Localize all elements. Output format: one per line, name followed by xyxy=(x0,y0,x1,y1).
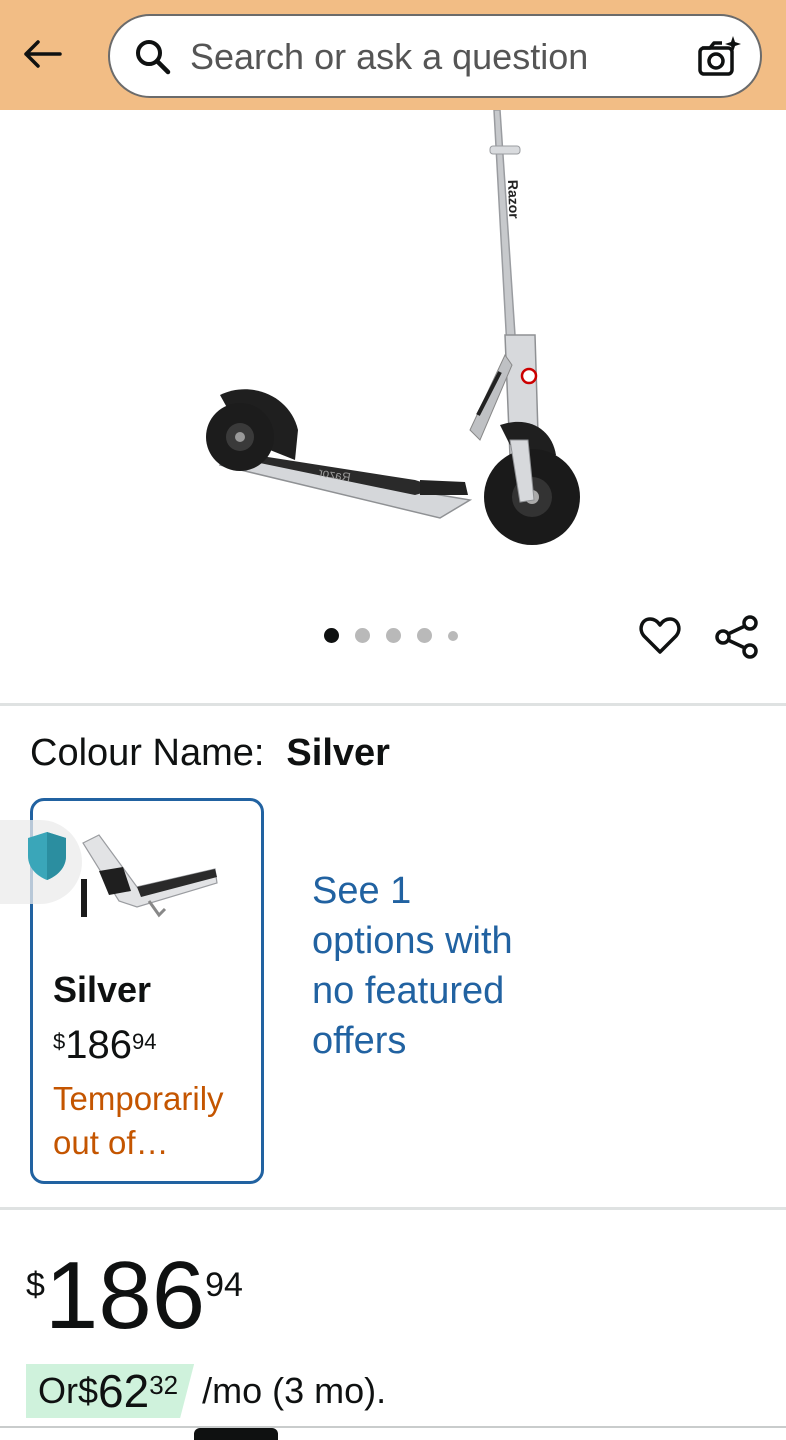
image-pager[interactable] xyxy=(324,628,458,643)
pager-dot[interactable] xyxy=(448,630,458,641)
shield-overlay[interactable] xyxy=(0,820,82,904)
swatch-price-whole: 186 xyxy=(65,1023,132,1067)
back-button[interactable] xyxy=(18,30,66,78)
pager-dot[interactable] xyxy=(355,628,370,643)
shield-icon xyxy=(28,832,66,880)
pager-dot[interactable] xyxy=(386,628,401,643)
price-currency: $ xyxy=(26,1266,45,1304)
see-options-link[interactable]: See 1 options with no featured offers xyxy=(312,866,522,1066)
search-icon xyxy=(136,40,171,75)
share-icon[interactable] xyxy=(714,614,760,660)
colour-value: Silver xyxy=(286,732,390,774)
swatch-price: $ 186 94 xyxy=(53,1023,156,1068)
top-header: Search or ask a question xyxy=(0,0,786,110)
pager-dot[interactable] xyxy=(417,628,432,643)
product-image[interactable]: Razor Razor xyxy=(0,109,786,700)
swatch-price-cents: 94 xyxy=(132,1029,157,1054)
installment-cents: 32 xyxy=(149,1370,179,1400)
bottom-divider xyxy=(0,1426,786,1428)
colour-name-row: Colour Name: Silver xyxy=(30,732,390,775)
section-divider xyxy=(0,1207,786,1210)
swatch-price-currency: $ xyxy=(53,1029,66,1054)
pager-dot[interactable] xyxy=(324,628,339,643)
swatch-name: Silver xyxy=(53,969,152,1010)
installment-offer[interactable]: Or $ 62 32 /mo (3 mo). xyxy=(26,1364,386,1418)
arrow-left-icon xyxy=(24,40,62,68)
installment-suffix: /mo (3 mo). xyxy=(202,1370,387,1411)
installment-currency: $ xyxy=(78,1370,99,1411)
price-whole: 186 xyxy=(44,1242,206,1349)
svg-text:Razor: Razor xyxy=(505,180,522,220)
installment-prefix: Or xyxy=(38,1370,78,1411)
swatch-thumbnail xyxy=(81,834,218,918)
installment-badge: Or $ 62 32 xyxy=(26,1364,194,1418)
section-divider xyxy=(0,703,786,706)
camera-sparkle-icon[interactable] xyxy=(696,34,742,80)
search-input[interactable]: Search or ask a question xyxy=(190,36,588,78)
heart-icon[interactable] xyxy=(638,614,682,658)
search-bar[interactable]: Search or ask a question xyxy=(108,14,762,98)
bottom-sheet-handle[interactable] xyxy=(194,1428,278,1440)
colour-label: Colour Name: xyxy=(30,732,265,774)
price-cents: 94 xyxy=(205,1266,243,1304)
scooter-image: Razor Razor xyxy=(206,109,580,545)
swatch-stock-status: Temporarily out of… xyxy=(53,1080,224,1161)
installment-whole: 62 xyxy=(98,1365,150,1417)
product-price: $ 186 94 xyxy=(26,1246,243,1346)
